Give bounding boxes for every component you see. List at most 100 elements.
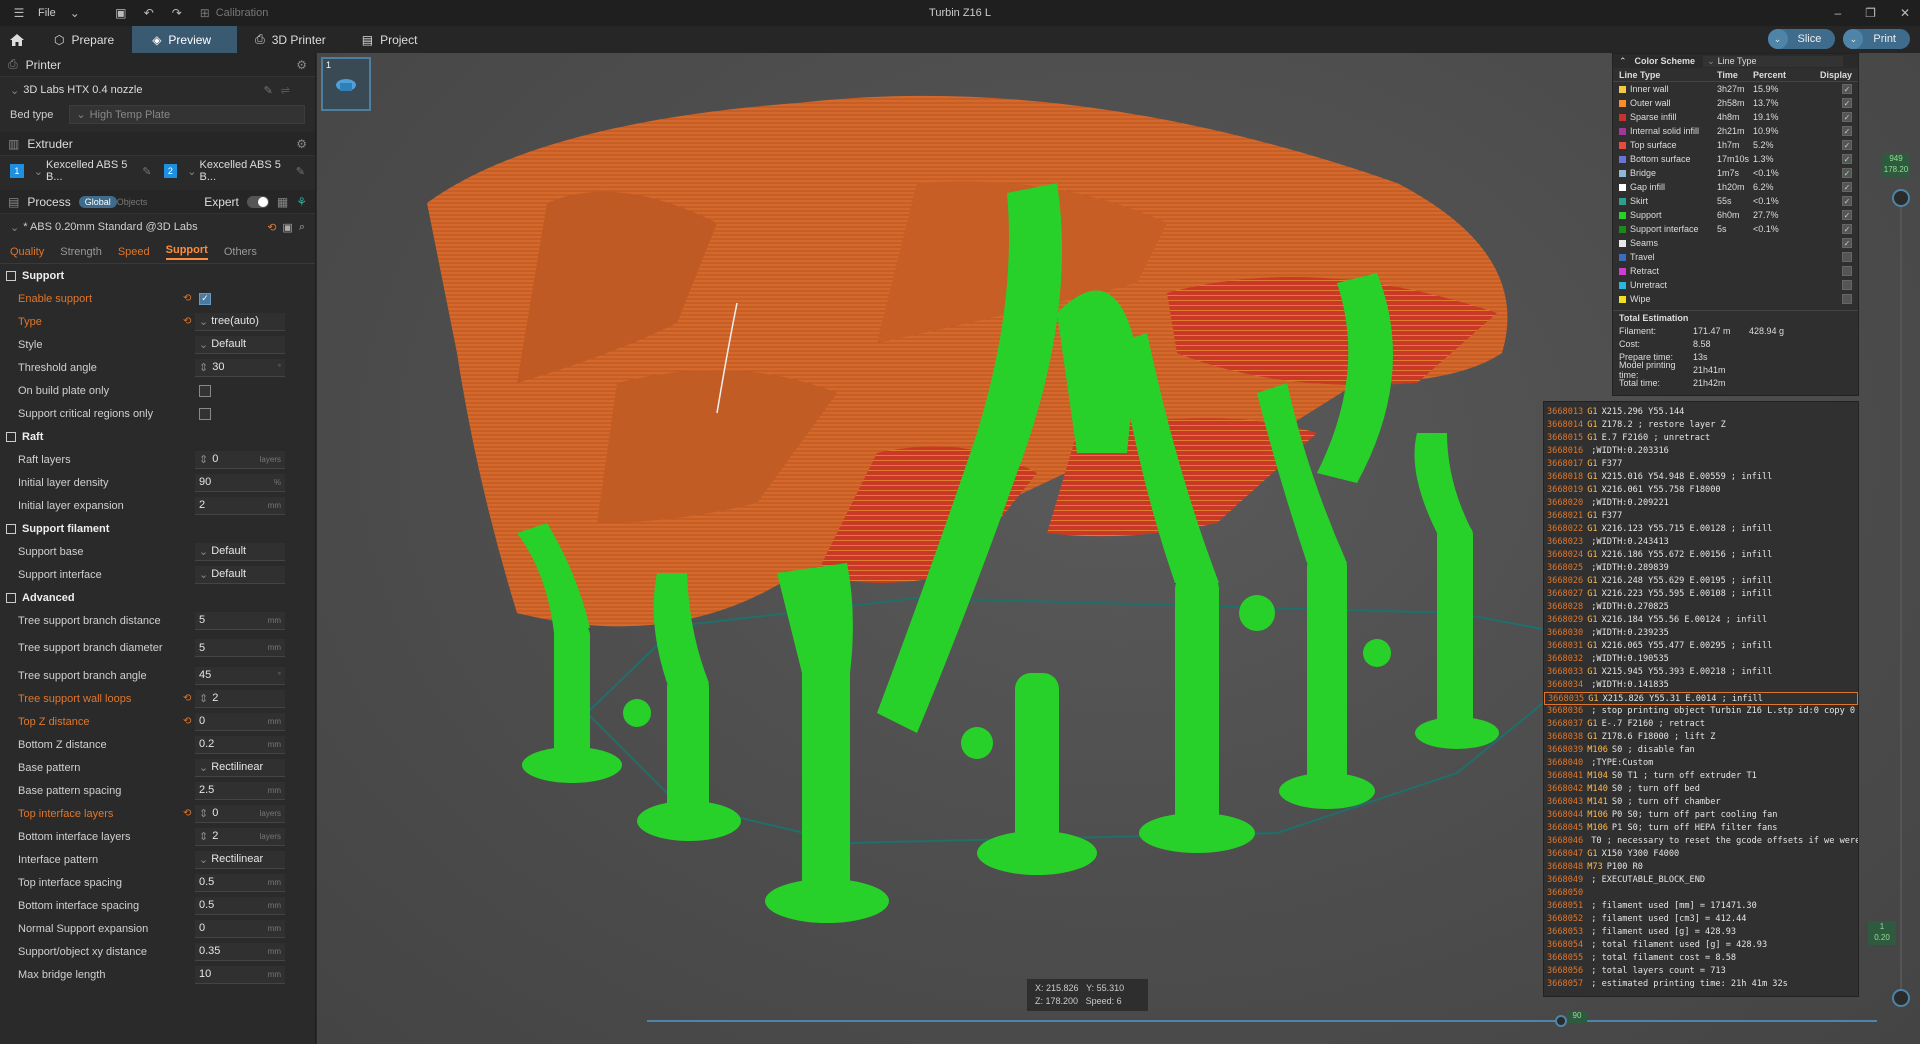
enable-support-checkbox[interactable]: ✓ xyxy=(199,292,211,305)
gcode-line[interactable]: 3668040 ;TYPE:Custom xyxy=(1544,757,1858,770)
gcode-line[interactable]: 3668050 xyxy=(1544,887,1858,900)
calibration-menu[interactable]: Calibration xyxy=(216,7,269,19)
tab-strength[interactable]: Strength xyxy=(60,246,102,258)
gcode-line[interactable]: 3668032 ;WIDTH:0.190535 xyxy=(1544,653,1858,666)
setting-select[interactable]: ⌄ Rectilinear xyxy=(195,758,285,777)
gcode-line[interactable]: 3668036 ; stop printing object Turbin Z16… xyxy=(1544,705,1858,718)
chevron-down-icon[interactable]: ⌄ xyxy=(1843,29,1864,49)
gear-icon[interactable]: ⚙ xyxy=(296,58,307,72)
stepper-icon[interactable]: ⇕ xyxy=(199,361,208,374)
stepper-icon[interactable]: ⇕ xyxy=(199,453,208,466)
setting-input[interactable]: ⇕ 0 layers xyxy=(195,804,285,823)
legend-row[interactable]: Top surface 1h7m 5.2% ✓ xyxy=(1613,138,1858,152)
home-icon[interactable] xyxy=(0,26,34,53)
display-checkbox[interactable]: ✓ xyxy=(1842,266,1852,276)
chevron-down-icon[interactable]: ⌄ xyxy=(10,221,19,234)
legend-row[interactable]: Internal solid infill 2h21m 10.9% ✓ xyxy=(1613,124,1858,138)
display-checkbox[interactable]: ✓ xyxy=(1842,98,1852,108)
search-icon[interactable]: ⌕ xyxy=(299,221,305,234)
gcode-line[interactable]: 3668054 ; total filament used [g] = 428.9… xyxy=(1544,939,1858,952)
gcode-line[interactable]: 3668042 M140 S0 ; turn off bed xyxy=(1544,783,1858,796)
critical-regions-checkbox[interactable] xyxy=(199,407,211,420)
legend-row[interactable]: Support interface 5s <0.1% ✓ xyxy=(1613,222,1858,236)
build-plate-only-checkbox[interactable] xyxy=(199,384,211,397)
slice-button[interactable]: ⌄ Slice xyxy=(1767,29,1836,49)
process-preset-value[interactable]: * ABS 0.20mm Standard @3D Labs xyxy=(23,221,197,233)
setting-input[interactable]: 0.5 mm xyxy=(195,896,285,915)
move-slider[interactable] xyxy=(647,1020,1877,1022)
gcode-line[interactable]: 3668035 G1 X215.826 Y55.31 E.0014 ; infill xyxy=(1544,692,1858,705)
gcode-line[interactable]: 3668025 ;WIDTH:0.289839 xyxy=(1544,562,1858,575)
display-checkbox[interactable]: ✓ xyxy=(1842,168,1852,178)
gcode-line[interactable]: 3668019 G1 X216.061 Y55.758 F18000 xyxy=(1544,484,1858,497)
display-checkbox[interactable]: ✓ xyxy=(1842,294,1852,304)
gcode-line[interactable]: 3668031 G1 X216.065 Y55.477 E.00295 ; infi… xyxy=(1544,640,1858,653)
gcode-line[interactable]: 3668045 M106 P1 S0; turn off HEPA filter f… xyxy=(1544,822,1858,835)
legend-row[interactable]: Inner wall 3h27m 15.9% ✓ xyxy=(1613,82,1858,96)
setting-input[interactable]: 2.5 mm xyxy=(195,781,285,800)
gcode-viewer[interactable]: 3668013 G1 X215.296 Y55.144 3668014 G1 Z178.2… xyxy=(1543,401,1859,997)
chevron-down-icon[interactable]: ⌄ xyxy=(1767,29,1788,49)
setting-select[interactable]: ⌄ Rectilinear xyxy=(195,850,285,869)
display-checkbox[interactable]: ✓ xyxy=(1842,252,1852,262)
display-checkbox[interactable]: ✓ xyxy=(1842,224,1852,234)
gcode-line[interactable]: 3668013 G1 X215.296 Y55.144 xyxy=(1544,406,1858,419)
restore-icon[interactable]: ❐ xyxy=(1865,6,1876,20)
undo-icon[interactable]: ↶ xyxy=(140,4,158,22)
style-select[interactable]: ⌄ Default xyxy=(195,335,285,354)
gcode-line[interactable]: 3668024 G1 X216.186 Y55.672 E.00156 ; infi… xyxy=(1544,549,1858,562)
display-checkbox[interactable]: ✓ xyxy=(1842,140,1852,150)
gcode-line[interactable]: 3668055 ; total filament cost = 8.58 xyxy=(1544,952,1858,965)
gcode-line[interactable]: 3668021 G1 F377 xyxy=(1544,510,1858,523)
gcode-line[interactable]: 3668046 T0 ; necessary to reset the gcode… xyxy=(1544,835,1858,848)
close-icon[interactable]: ✕ xyxy=(1900,6,1910,20)
gcode-line[interactable]: 3668056 ; total layers count = 713 xyxy=(1544,965,1858,978)
gcode-line[interactable]: 3668023 ;WIDTH:0.243413 xyxy=(1544,536,1858,549)
initial-layer-expansion-input[interactable]: 2 mm xyxy=(195,496,285,515)
reset-icon[interactable]: ⟲ xyxy=(183,693,195,704)
reset-icon[interactable]: ⟲ xyxy=(267,221,276,234)
setting-input[interactable]: 45 ° xyxy=(195,666,285,685)
legend-row[interactable]: Retract ✓ xyxy=(1613,264,1858,278)
display-checkbox[interactable]: ✓ xyxy=(1842,238,1852,248)
legend-row[interactable]: Outer wall 2h58m 13.7% ✓ xyxy=(1613,96,1858,110)
stepper-icon[interactable]: ⇕ xyxy=(199,692,208,705)
reset-icon[interactable]: ⟲ xyxy=(183,293,195,304)
setting-input[interactable]: 10 mm xyxy=(195,965,285,984)
gcode-line[interactable]: 3668049 ; EXECUTABLE_BLOCK_END xyxy=(1544,874,1858,887)
gcode-line[interactable]: 3668039 M106 S0 ; disable fan xyxy=(1544,744,1858,757)
calibration-icon[interactable]: ⊞ xyxy=(196,4,214,22)
gcode-line[interactable]: 3668033 G1 X215.945 Y55.393 E.00218 ; infi… xyxy=(1544,666,1858,679)
save-icon[interactable]: ▣ xyxy=(112,4,130,22)
reset-icon[interactable]: ⟲ xyxy=(183,808,195,819)
gcode-line[interactable]: 3668051 ; filament used [mm] = 171471.30 xyxy=(1544,900,1858,913)
tree-icon[interactable]: ⚘ xyxy=(296,195,307,209)
gcode-line[interactable]: 3668028 ;WIDTH:0.270825 xyxy=(1544,601,1858,614)
tab-3d-printer[interactable]: ⎙ 3D Printer xyxy=(237,26,344,53)
legend-row[interactable]: Sparse infill 4h8m 19.1% ✓ xyxy=(1613,110,1858,124)
gcode-line[interactable]: 3668047 G1 X150 Y300 F4000 xyxy=(1544,848,1858,861)
extruder-1-filament-select[interactable]: ⌄ Kexcelled ABS 5 B... xyxy=(28,159,139,183)
gcode-line[interactable]: 3668017 G1 F377 xyxy=(1544,458,1858,471)
expert-toggle[interactable] xyxy=(246,195,269,208)
setting-input[interactable]: ⇕ 2 xyxy=(195,689,285,708)
type-select[interactable]: ⌄ tree(auto) xyxy=(195,312,285,331)
gcode-line[interactable]: 3668034 ;WIDTH:0.141835 xyxy=(1544,679,1858,692)
file-menu[interactable]: File xyxy=(38,7,56,19)
gcode-line[interactable]: 3668016 ;WIDTH:0.203316 xyxy=(1544,445,1858,458)
setting-input[interactable]: ⇕ 2 layers xyxy=(195,827,285,846)
legend-row[interactable]: Gap infill 1h20m 6.2% ✓ xyxy=(1613,180,1858,194)
gcode-line[interactable]: 3668041 M104 S0 T1 ; turn off extruder T1 xyxy=(1544,770,1858,783)
setting-input[interactable]: 0 mm xyxy=(195,712,285,731)
threshold-angle-input[interactable]: ⇕ 30 ° xyxy=(195,358,285,377)
compare-icon[interactable]: ▦ xyxy=(277,195,288,209)
gcode-line[interactable]: 3668020 ;WIDTH:0.209221 xyxy=(1544,497,1858,510)
gcode-line[interactable]: 3668048 M73 P100 R0 xyxy=(1544,861,1858,874)
display-checkbox[interactable]: ✓ xyxy=(1842,84,1852,94)
legend-row[interactable]: Unretract ✓ xyxy=(1613,278,1858,292)
printer-preset-select[interactable]: ⌄ 3D Labs HTX 0.4 nozzle ✎ ⇌ xyxy=(10,81,290,100)
gcode-line[interactable]: 3668043 M141 S0 ; turn off chamber xyxy=(1544,796,1858,809)
support-base-select[interactable]: ⌄ Default xyxy=(195,542,285,561)
support-interface-select[interactable]: ⌄ Default xyxy=(195,565,285,584)
gcode-line[interactable]: 3668053 ; filament used [g] = 428.93 xyxy=(1544,926,1858,939)
